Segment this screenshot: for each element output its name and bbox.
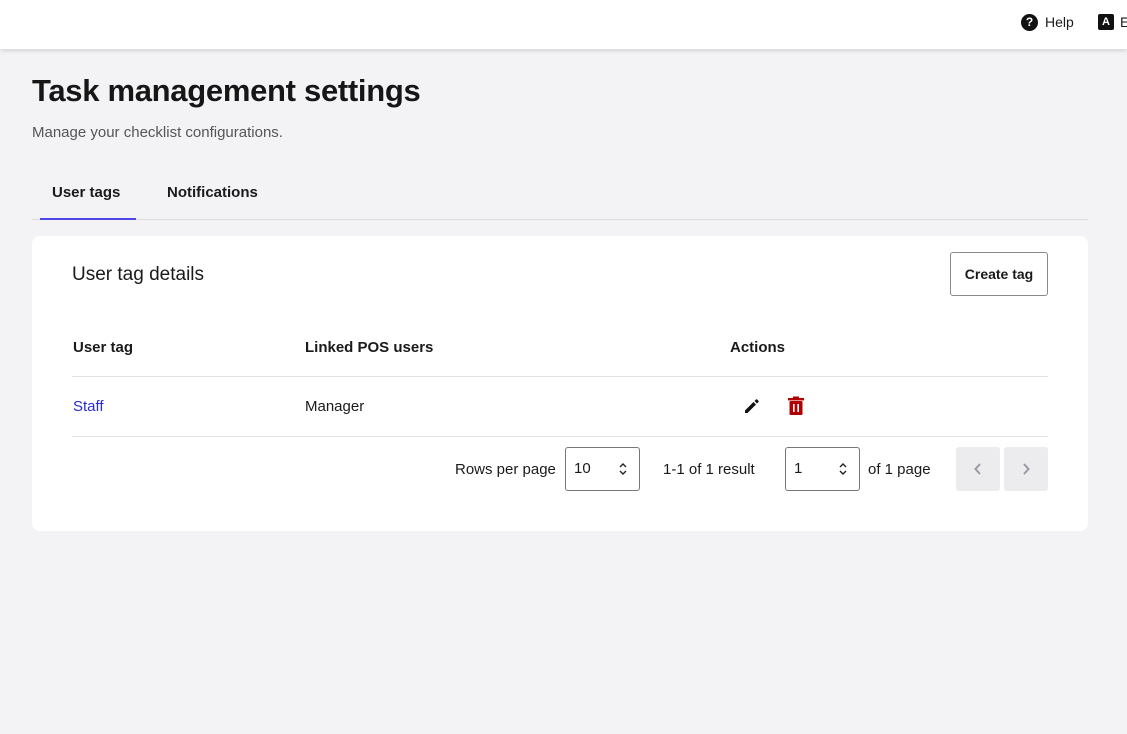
create-tag-button[interactable]: Create tag bbox=[950, 252, 1048, 296]
help-link[interactable]: ? Help bbox=[1021, 13, 1074, 31]
question-circle-icon: ? bbox=[1021, 13, 1038, 31]
pencil-icon[interactable] bbox=[743, 397, 761, 420]
trash-icon[interactable] bbox=[787, 396, 805, 421]
page-value: 1 bbox=[794, 460, 803, 477]
tab-user-tags[interactable]: User tags bbox=[36, 172, 137, 220]
user-tag-card: User tag details Create tag User tag Lin… bbox=[32, 236, 1088, 531]
chevron-right-icon bbox=[1023, 463, 1030, 475]
header-divider bbox=[72, 376, 1048, 377]
language-selector[interactable]: A E bbox=[1098, 13, 1127, 31]
column-header-user-tag: User tag bbox=[73, 339, 134, 356]
rows-per-page-value: 10 bbox=[574, 460, 591, 477]
page-select[interactable]: 1 bbox=[785, 447, 860, 491]
page-total: of 1 page bbox=[868, 461, 931, 478]
select-arrows-icon bbox=[839, 463, 847, 475]
language-icon: A bbox=[1098, 14, 1114, 30]
select-arrows-icon bbox=[619, 463, 627, 475]
card-title: User tag details bbox=[72, 264, 205, 285]
tab-bar: User tags Notifications bbox=[32, 172, 1088, 220]
result-count: 1-1 of 1 result bbox=[663, 461, 755, 478]
chevron-left-icon bbox=[974, 463, 981, 475]
top-bar: ? Help A E bbox=[0, 0, 1127, 49]
rows-per-page-select[interactable]: 10 bbox=[565, 447, 640, 491]
linked-pos-users-cell: Manager bbox=[305, 398, 365, 415]
next-page-button[interactable] bbox=[1004, 447, 1048, 491]
tab-notifications[interactable]: Notifications bbox=[151, 172, 274, 219]
help-label: Help bbox=[1045, 14, 1074, 30]
language-label: E bbox=[1120, 14, 1127, 30]
row-divider bbox=[72, 436, 1048, 437]
column-header-actions: Actions bbox=[730, 339, 786, 356]
rows-per-page-label: Rows per page bbox=[455, 461, 556, 478]
previous-page-button[interactable] bbox=[956, 447, 1000, 491]
page-subtitle: Manage your checklist configurations. bbox=[32, 124, 283, 141]
user-tag-link[interactable]: Staff bbox=[73, 398, 104, 415]
page-title: Task management settings bbox=[32, 73, 421, 108]
column-header-linked-pos-users: Linked POS users bbox=[305, 339, 434, 356]
